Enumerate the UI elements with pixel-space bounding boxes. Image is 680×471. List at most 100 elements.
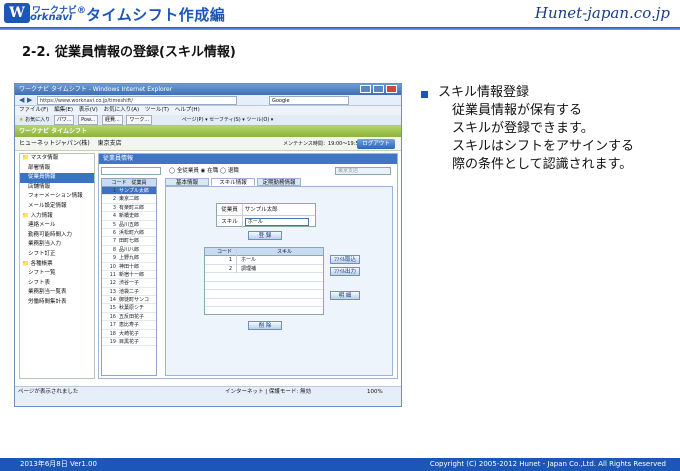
list-item[interactable]: 19 目黒花子 (102, 338, 156, 347)
sidebar-item-mail-settings[interactable]: メール設定情報 (20, 202, 94, 212)
register-button[interactable]: 登 録 (248, 231, 282, 240)
list-item[interactable]: 4 新橋史郎 (102, 212, 156, 221)
tab-regular[interactable]: 定期勤務情報 (257, 178, 301, 186)
fav-tab[interactable]: 経費... (101, 115, 123, 125)
table-row[interactable]: 1 ホール (205, 256, 323, 265)
logout-button[interactable]: ログアウト (357, 139, 395, 149)
employee-name: 田町七郎 (119, 238, 140, 245)
list-item[interactable]: 12 渋谷一子 (102, 279, 156, 288)
bullet-line: 際の条件として認識されます。 (452, 157, 633, 172)
sidebar-item-employee[interactable]: 従業員情報 (20, 173, 94, 183)
employee-name: 新宿十一郎 (119, 271, 145, 278)
sidebar-item-availability[interactable]: 勤務可能時間入力 (20, 231, 94, 241)
skill-select[interactable]: ホール (244, 217, 309, 226)
table-row (205, 290, 323, 299)
section-title: 従業員情報 (99, 154, 397, 164)
sidebar-group-master[interactable]: 📁 マスタ情報 (20, 154, 94, 164)
sidebar-item-labor-hours[interactable]: 労働時間集計表 (20, 298, 94, 308)
back-icon[interactable]: ◀ (19, 96, 24, 104)
sidebar-item-department[interactable]: 部署情報 (20, 164, 94, 174)
search-input[interactable]: Google (269, 96, 349, 105)
sidebar-item-shift-correct[interactable]: シフト訂正 (20, 250, 94, 260)
employee-name: 品川五郎 (119, 221, 140, 228)
sidebar-item-task-assign[interactable]: 業務割当入力 (20, 240, 94, 250)
app-frame: ワークナビ タイムシフト ヒューネットジャパン(株) 東京支店 メンテナンス時間… (15, 126, 401, 386)
menu-edit[interactable]: 編集(E) (54, 107, 73, 113)
list-item[interactable]: 17 恵比寿子 (102, 321, 156, 330)
zone-text: インターネット | 保護モード: 無効 (225, 389, 311, 395)
file-import-button[interactable]: ﾌｧｲﾙ取込 (330, 255, 360, 264)
detail-button[interactable]: 明 細 (330, 291, 360, 300)
radio-active[interactable]: ◉ 在職 (201, 168, 219, 174)
store-dropdown[interactable]: 東京支店 (335, 167, 391, 175)
list-item[interactable]: 14 御徒町サンコ (102, 296, 156, 305)
list-item[interactable]: 11 新宿十一郎 (102, 271, 156, 280)
tab-skill[interactable]: スキル情報 (211, 178, 255, 186)
tab-basic[interactable]: 基本情報 (165, 178, 209, 186)
sidebar-item-formation[interactable]: フォーメーション情報 (20, 192, 94, 202)
field-label: 従業員 (217, 204, 243, 216)
fav-tab[interactable]: ワーク... (126, 115, 153, 125)
menu-view[interactable]: 表示(V) (79, 107, 98, 113)
favorites-button[interactable]: お気に入り (25, 117, 50, 123)
delete-button[interactable]: 削 除 (248, 321, 282, 330)
sidebar-item-shift-list[interactable]: シフト一覧 (20, 269, 94, 279)
fav-tab[interactable]: Pow... (78, 115, 99, 125)
list-item[interactable]: 7 田町七郎 (102, 237, 156, 246)
sidebar-label: 入力情報 (30, 212, 53, 219)
address-bar: ◀ ▶ https://www.worknavi.co.jp/timeshift… (15, 95, 401, 106)
sidebar-group-reports[interactable]: 📁 各種帳票 (20, 260, 94, 270)
list-item[interactable]: 16 五反田花子 (102, 313, 156, 322)
fav-tab[interactable]: パワ... (53, 115, 75, 125)
sidebar-item-task-list[interactable]: 業務割当一覧表 (20, 288, 94, 298)
bullet-text: スキル情報登録 従業員情報が保有する スキルが登録できます。 スキルはシフトをア… (438, 84, 634, 174)
close-icon[interactable] (386, 85, 397, 93)
employee-code: 12 (109, 280, 116, 287)
url-input[interactable]: https://www.worknavi.co.jp/timeshift/ (37, 96, 237, 105)
menu-tools[interactable]: ツール(T) (145, 107, 169, 113)
sidebar-item-contact-mail[interactable]: 連絡メール (20, 221, 94, 231)
list-item[interactable]: 5 品川五郎 (102, 221, 156, 229)
employee-code: 15 (109, 305, 116, 312)
bullet-line: 従業員情報が保有する (452, 103, 583, 118)
radio-label: 退職 (227, 168, 239, 174)
favorites-bar: ★ お気に入り パワ... Pow... 経費... ワーク... ページ(P)… (15, 115, 401, 126)
employee-code: 14 (109, 297, 116, 304)
company-name: ヒューネットジャパン(株) (19, 140, 90, 147)
sidebar-item-shift-table[interactable]: シフト表 (20, 279, 94, 289)
list-item[interactable]: 8 品川八郎 (102, 246, 156, 255)
zoom-level[interactable]: 100% (367, 387, 383, 397)
employee-code: 7 (112, 238, 116, 245)
filter-dropdown[interactable] (101, 167, 161, 175)
file-export-button[interactable]: ﾌｧｲﾙ出力 (330, 267, 360, 276)
list-item[interactable]: 2 東京二郎 (102, 195, 156, 204)
sidebar-group-input[interactable]: 📁 入力情報 (20, 212, 94, 222)
list-item[interactable]: 15 秋葉原シチ (102, 304, 156, 313)
menu-favorites[interactable]: お気に入り(A) (104, 107, 140, 113)
list-item[interactable]: 6 浜松町六郎 (102, 229, 156, 238)
command-bar[interactable]: ページ(P) ▾ セーフティ(S) ▾ ツール(O) ▾ (182, 117, 274, 123)
menu-file[interactable]: ファイル(F) (19, 107, 48, 113)
maximize-icon[interactable] (373, 85, 384, 93)
browser-window: ワークナビ タイムシフト - Windows Internet Explorer… (14, 83, 402, 407)
radio-all[interactable]: ◯ 全従業員 (169, 168, 199, 174)
list-item[interactable]: 10 神田十郎 (102, 263, 156, 271)
employee-name: 渋谷一子 (119, 280, 140, 287)
sidebar-item-store[interactable]: 店舗情報 (20, 183, 94, 193)
menu-help[interactable]: ヘルプ(H) (175, 107, 200, 113)
column-header: スキル (277, 249, 293, 255)
star-icon: ★ (19, 117, 24, 123)
list-item[interactable]: 9 上野九郎 (102, 254, 156, 263)
list-item[interactable]: 1 サンプル太郎 (102, 187, 156, 196)
list-item[interactable]: 18 大崎花子 (102, 330, 156, 339)
list-item[interactable]: 3 有楽町三郎 (102, 204, 156, 213)
column-header: コード (205, 248, 237, 256)
minimize-icon[interactable] (360, 85, 371, 93)
employee-name: 浜松町六郎 (119, 229, 145, 236)
app-title: ワークナビ タイムシフト (15, 126, 401, 137)
skill-row: スキル ホール (217, 216, 315, 228)
forward-icon[interactable]: ▶ (27, 96, 32, 104)
radio-retired[interactable]: ◯ 退職 (220, 168, 239, 174)
table-row[interactable]: 2 調理補 (205, 264, 323, 273)
list-item[interactable]: 13 池袋二子 (102, 288, 156, 297)
